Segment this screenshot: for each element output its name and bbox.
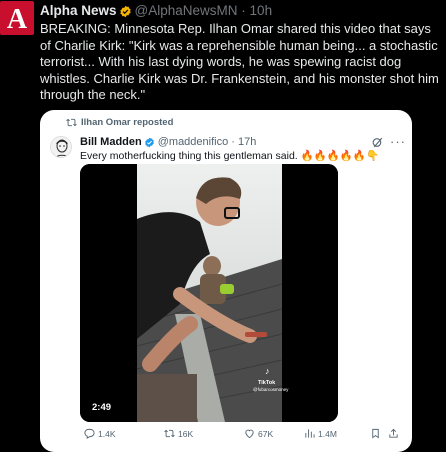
svg-text:@fubarcosmoney: @fubarcosmoney: [253, 387, 289, 392]
repost-button[interactable]: 16K: [164, 428, 193, 439]
author-avatar[interactable]: A: [0, 1, 34, 35]
reposted-line: Ilhan Omar reposted: [66, 117, 173, 128]
quoted-post-time[interactable]: 17h: [238, 136, 256, 148]
views-button[interactable]: 1.4M: [304, 428, 337, 439]
like-button[interactable]: 67K: [244, 428, 273, 439]
separator-dot: ·: [231, 136, 235, 148]
share-button[interactable]: [388, 428, 399, 439]
post[interactable]: A Alpha News @AlphaNewsMN · 10h BREAKING:…: [0, 0, 446, 452]
sketch-portrait-image: [51, 137, 71, 157]
repost-icon: [164, 429, 175, 438]
post-header: Alpha News @AlphaNewsMN · 10h: [40, 2, 272, 23]
video-frame-image: ♪ TikTok @fubarcosmoney: [80, 164, 338, 422]
reply-button[interactable]: 1.4K: [84, 428, 116, 439]
post-text: BREAKING: Minnesota Rep. Ilhan Omar shar…: [40, 21, 439, 102]
svg-text:TikTok: TikTok: [258, 380, 276, 386]
like-icon: [245, 429, 254, 439]
alpha-news-logo: A: [7, 4, 28, 33]
quoted-author-avatar[interactable]: [50, 136, 72, 158]
views-icon: [305, 429, 315, 438]
svg-text:A: A: [7, 4, 28, 33]
author-handle[interactable]: @AlphaNewsMN: [135, 3, 238, 18]
reply-count: 1.4K: [98, 428, 116, 439]
repost-icon: [66, 118, 77, 127]
reposted-label[interactable]: Ilhan Omar reposted: [81, 117, 173, 128]
video-player[interactable]: ♪ TikTok @fubarcosmoney 2:49: [80, 164, 338, 422]
quoted-author-name[interactable]: Bill Madden: [80, 136, 142, 148]
share-icon: [389, 428, 398, 438]
views-count: 1.4M: [318, 428, 337, 439]
bookmark-button[interactable]: [370, 428, 381, 439]
quoted-post-card[interactable]: Ilhan Omar reposted Bill Madden @maddenif…: [40, 110, 412, 452]
video-duration: 2:49: [88, 401, 116, 414]
post-time[interactable]: 10h: [250, 3, 273, 18]
svg-text:♪: ♪: [265, 366, 270, 376]
more-icon[interactable]: ···: [390, 134, 406, 149]
separator-dot: ·: [241, 3, 246, 18]
repost-count: 16K: [178, 428, 194, 439]
quoted-author-handle[interactable]: @maddenifico: [158, 136, 228, 148]
quoted-post-text: Every motherfucking thing this gentleman…: [80, 150, 380, 162]
bookmark-icon: [372, 428, 379, 439]
reply-icon: [84, 428, 95, 439]
author-name[interactable]: Alpha News: [40, 3, 117, 18]
like-count: 67K: [258, 428, 274, 439]
action-bar: 1.4K 16K 67K 1.4M: [70, 428, 402, 444]
